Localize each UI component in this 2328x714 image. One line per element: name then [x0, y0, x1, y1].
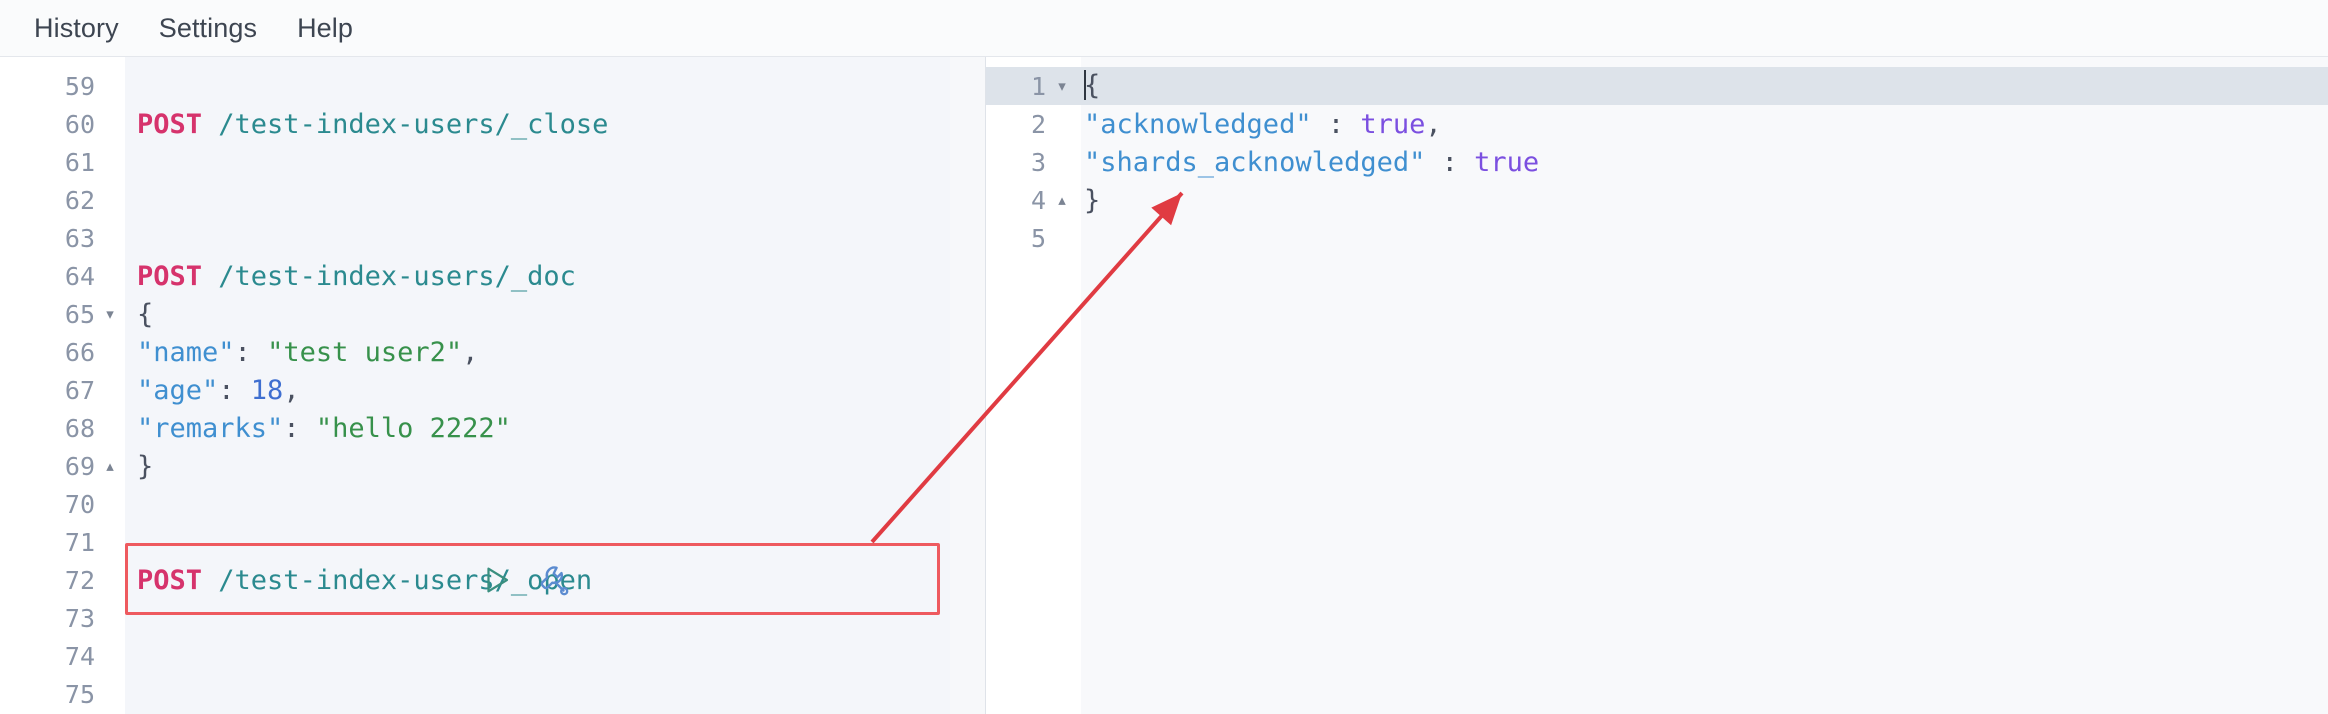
menu-item-help[interactable]: Help	[281, 9, 369, 48]
request-path: /test-index-users/_doc	[202, 260, 576, 292]
json-comma: ,	[283, 374, 300, 406]
json-number-value: 18	[250, 374, 284, 406]
console-window: History Settings Help 59 60 POST /test-ind…	[0, 0, 2328, 714]
code-content: "age": 18,	[137, 375, 300, 406]
code-content: {	[1084, 69, 1101, 102]
json-comma: ,	[1425, 108, 1442, 140]
line-number: 72	[64, 565, 95, 595]
code-line[interactable]: 2 "acknowledged" : true,	[986, 105, 2328, 143]
line-number: 71	[64, 527, 95, 557]
code-line[interactable]: 61	[0, 143, 950, 181]
code-line[interactable]: 71	[0, 523, 950, 561]
line-number: 73	[64, 603, 95, 633]
json-key: "name"	[137, 336, 235, 368]
json-string-value: "hello 2222"	[315, 412, 511, 444]
code-content: }	[137, 451, 153, 482]
code-line[interactable]: 62	[0, 181, 950, 219]
line-number: 63	[64, 223, 95, 253]
line-number: 69	[64, 451, 95, 481]
code-line[interactable]: 69 ▴}	[0, 447, 950, 485]
code-line[interactable]: 73	[0, 599, 950, 637]
json-colon: :	[283, 412, 316, 444]
json-brace: }	[137, 450, 154, 482]
line-number: 65	[64, 299, 95, 329]
line-number: 59	[64, 71, 95, 101]
line-number: 68	[64, 413, 95, 443]
json-colon: :	[234, 336, 268, 368]
code-line[interactable]: 68 "remarks": "hello 2222"	[0, 409, 950, 447]
code-line[interactable]: 5	[986, 219, 2328, 257]
fold-toggle-icon[interactable]: ▴	[95, 459, 125, 474]
request-actions	[480, 561, 570, 599]
fold-toggle-icon[interactable]: ▴	[1046, 193, 1078, 208]
code-content: }	[1084, 185, 1100, 216]
line-number: 62	[64, 185, 95, 215]
code-line[interactable]: 64 POST /test-index-users/_doc	[0, 257, 950, 295]
code-line[interactable]: 72 POST /test-index-users/_open	[0, 561, 950, 599]
play-icon[interactable]	[480, 563, 514, 597]
json-colon: :	[1311, 108, 1361, 140]
request-path: /test-index-users/_close	[202, 108, 609, 140]
json-colon: :	[218, 374, 251, 406]
wrench-icon[interactable]	[536, 563, 570, 597]
json-key: "age"	[137, 374, 219, 406]
code-content: POST /test-index-users/_close	[137, 109, 608, 140]
json-brace: }	[1084, 184, 1101, 216]
json-colon: :	[1425, 146, 1475, 178]
code-line[interactable]: 67 "age": 18,	[0, 371, 950, 409]
text-cursor	[1084, 69, 1086, 100]
code-line[interactable]: 65 ▾ {	[0, 295, 950, 333]
json-key: "shards_acknowledged"	[1084, 146, 1426, 178]
code-line[interactable]: 1 ▾ {	[986, 67, 2328, 105]
http-method: POST	[137, 108, 203, 140]
json-brace: {	[137, 298, 154, 330]
line-number: 5	[1030, 223, 1046, 253]
code-content: "acknowledged" : true,	[1084, 109, 1442, 140]
line-number: 66	[64, 337, 95, 367]
line-number: 1	[1030, 71, 1046, 101]
code-line[interactable]: 75	[0, 675, 950, 713]
code-line[interactable]: 63	[0, 219, 950, 257]
line-number: 61	[64, 147, 95, 177]
menu-bar: History Settings Help	[0, 0, 2328, 57]
json-key: "remarks"	[137, 412, 284, 444]
json-key: "acknowledged"	[1084, 108, 1312, 140]
pane-divider[interactable]	[950, 57, 985, 714]
json-boolean-value: true	[1360, 108, 1426, 140]
code-line[interactable]: 66 "name": "test user2",	[0, 333, 950, 371]
response-editor[interactable]: 1 ▾ {2 "acknowledged" : true, 3 "shards_ackno…	[985, 57, 2328, 714]
code-content: "shards_acknowledged" : true	[1084, 147, 1539, 178]
code-line[interactable]: 74	[0, 637, 950, 675]
http-method: POST	[137, 260, 203, 292]
line-number: 60	[64, 109, 95, 139]
fold-toggle-icon[interactable]: ▾	[1046, 79, 1078, 94]
code-line[interactable]: 59	[0, 67, 950, 105]
line-number: 3	[1030, 147, 1046, 177]
http-method: POST	[137, 564, 203, 596]
line-number: 4	[1030, 185, 1046, 215]
line-number: 64	[64, 261, 95, 291]
code-content: {	[137, 299, 153, 330]
code-content: "name": "test user2",	[137, 337, 478, 368]
json-string-value: "test user2"	[267, 336, 463, 368]
request-editor[interactable]: 59 60 POST /test-index-users/_close 61 62 63 6…	[0, 57, 950, 714]
line-number: 70	[64, 489, 95, 519]
code-line[interactable]: 60 POST /test-index-users/_close	[0, 105, 950, 143]
code-content: "remarks": "hello 2222"	[137, 413, 511, 444]
json-comma: ,	[462, 336, 479, 368]
menu-item-settings[interactable]: Settings	[143, 9, 273, 48]
line-number: 2	[1030, 109, 1046, 139]
fold-toggle-icon[interactable]: ▾	[95, 307, 125, 322]
code-line[interactable]: 3 "shards_acknowledged" : true	[986, 143, 2328, 181]
editor-split-view: 59 60 POST /test-index-users/_close 61 62 63 6…	[0, 57, 2328, 714]
code-line[interactable]: 4 ▴}	[986, 181, 2328, 219]
json-boolean-value: true	[1474, 146, 1540, 178]
code-content: POST /test-index-users/_doc	[137, 261, 576, 292]
menu-item-history[interactable]: History	[18, 9, 135, 48]
line-number: 67	[64, 375, 95, 405]
line-number: 74	[64, 641, 95, 671]
json-brace: {	[1084, 70, 1101, 102]
code-line[interactable]: 70	[0, 485, 950, 523]
line-number: 75	[64, 679, 95, 709]
